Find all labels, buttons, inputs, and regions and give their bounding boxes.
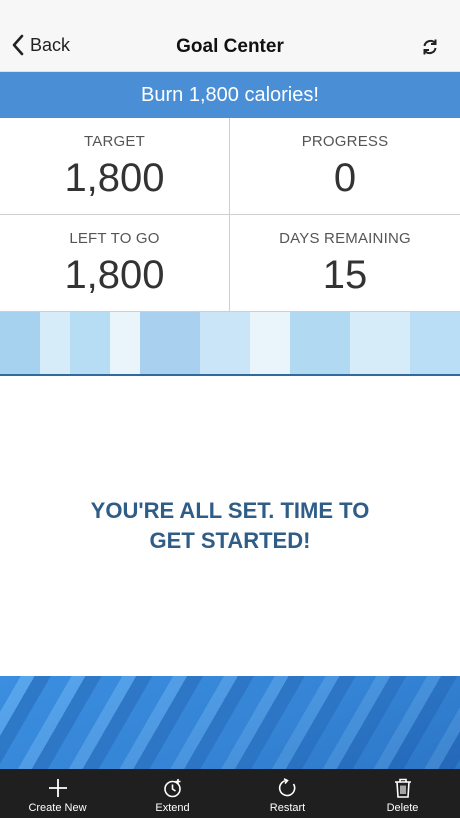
stat-target: TARGET 1,800 <box>0 118 230 215</box>
create-new-label: Create New <box>28 802 87 814</box>
stat-left-to-go: LEFT TO GO 1,800 <box>0 215 230 312</box>
delete-label: Delete <box>386 802 419 814</box>
nav-bar: Back Goal Center <box>0 0 460 72</box>
background-photo <box>0 676 460 769</box>
status-message-line2: GET STARTED! <box>149 528 311 553</box>
decorative-strip <box>0 312 460 376</box>
stat-value: 15 <box>322 253 368 297</box>
stat-days-remaining: DAYS REMAINING 15 <box>230 215 460 312</box>
plus-icon <box>48 779 67 797</box>
delete-button[interactable]: Delete <box>345 769 460 818</box>
status-message: YOU'RE ALL SET. TIME TO GET STARTED! <box>0 496 460 556</box>
stat-label: TARGET <box>84 133 145 150</box>
status-message-line1: YOU'RE ALL SET. TIME TO <box>90 498 370 523</box>
goal-banner: Burn 1,800 calories! <box>0 72 460 118</box>
goal-banner-text: Burn 1,800 calories! <box>141 83 319 106</box>
restart-label: Restart <box>269 802 306 814</box>
stat-label: DAYS REMAINING <box>279 230 411 247</box>
stat-value: 1,800 <box>64 156 165 200</box>
trash-icon <box>394 778 411 798</box>
extend-label: Extend <box>155 802 190 814</box>
extend-button[interactable]: Extend <box>115 769 230 818</box>
stats-grid: TARGET 1,800 PROGRESS 0 LEFT TO GO 1,800… <box>0 118 460 312</box>
stat-label: PROGRESS <box>301 133 389 150</box>
stat-value: 1,800 <box>64 253 165 297</box>
restart-button[interactable]: Restart <box>230 769 345 818</box>
stat-label: LEFT TO GO <box>69 230 160 247</box>
refresh-icon[interactable] <box>422 38 438 61</box>
stat-progress: PROGRESS 0 <box>230 118 460 215</box>
stat-value: 0 <box>333 156 357 200</box>
page-title: Goal Center <box>176 36 284 57</box>
bottom-toolbar: Create New Extend Restart Delete <box>0 769 460 818</box>
clock-plus-icon <box>163 779 181 798</box>
create-new-button[interactable]: Create New <box>0 769 115 818</box>
restart-icon <box>278 778 295 797</box>
